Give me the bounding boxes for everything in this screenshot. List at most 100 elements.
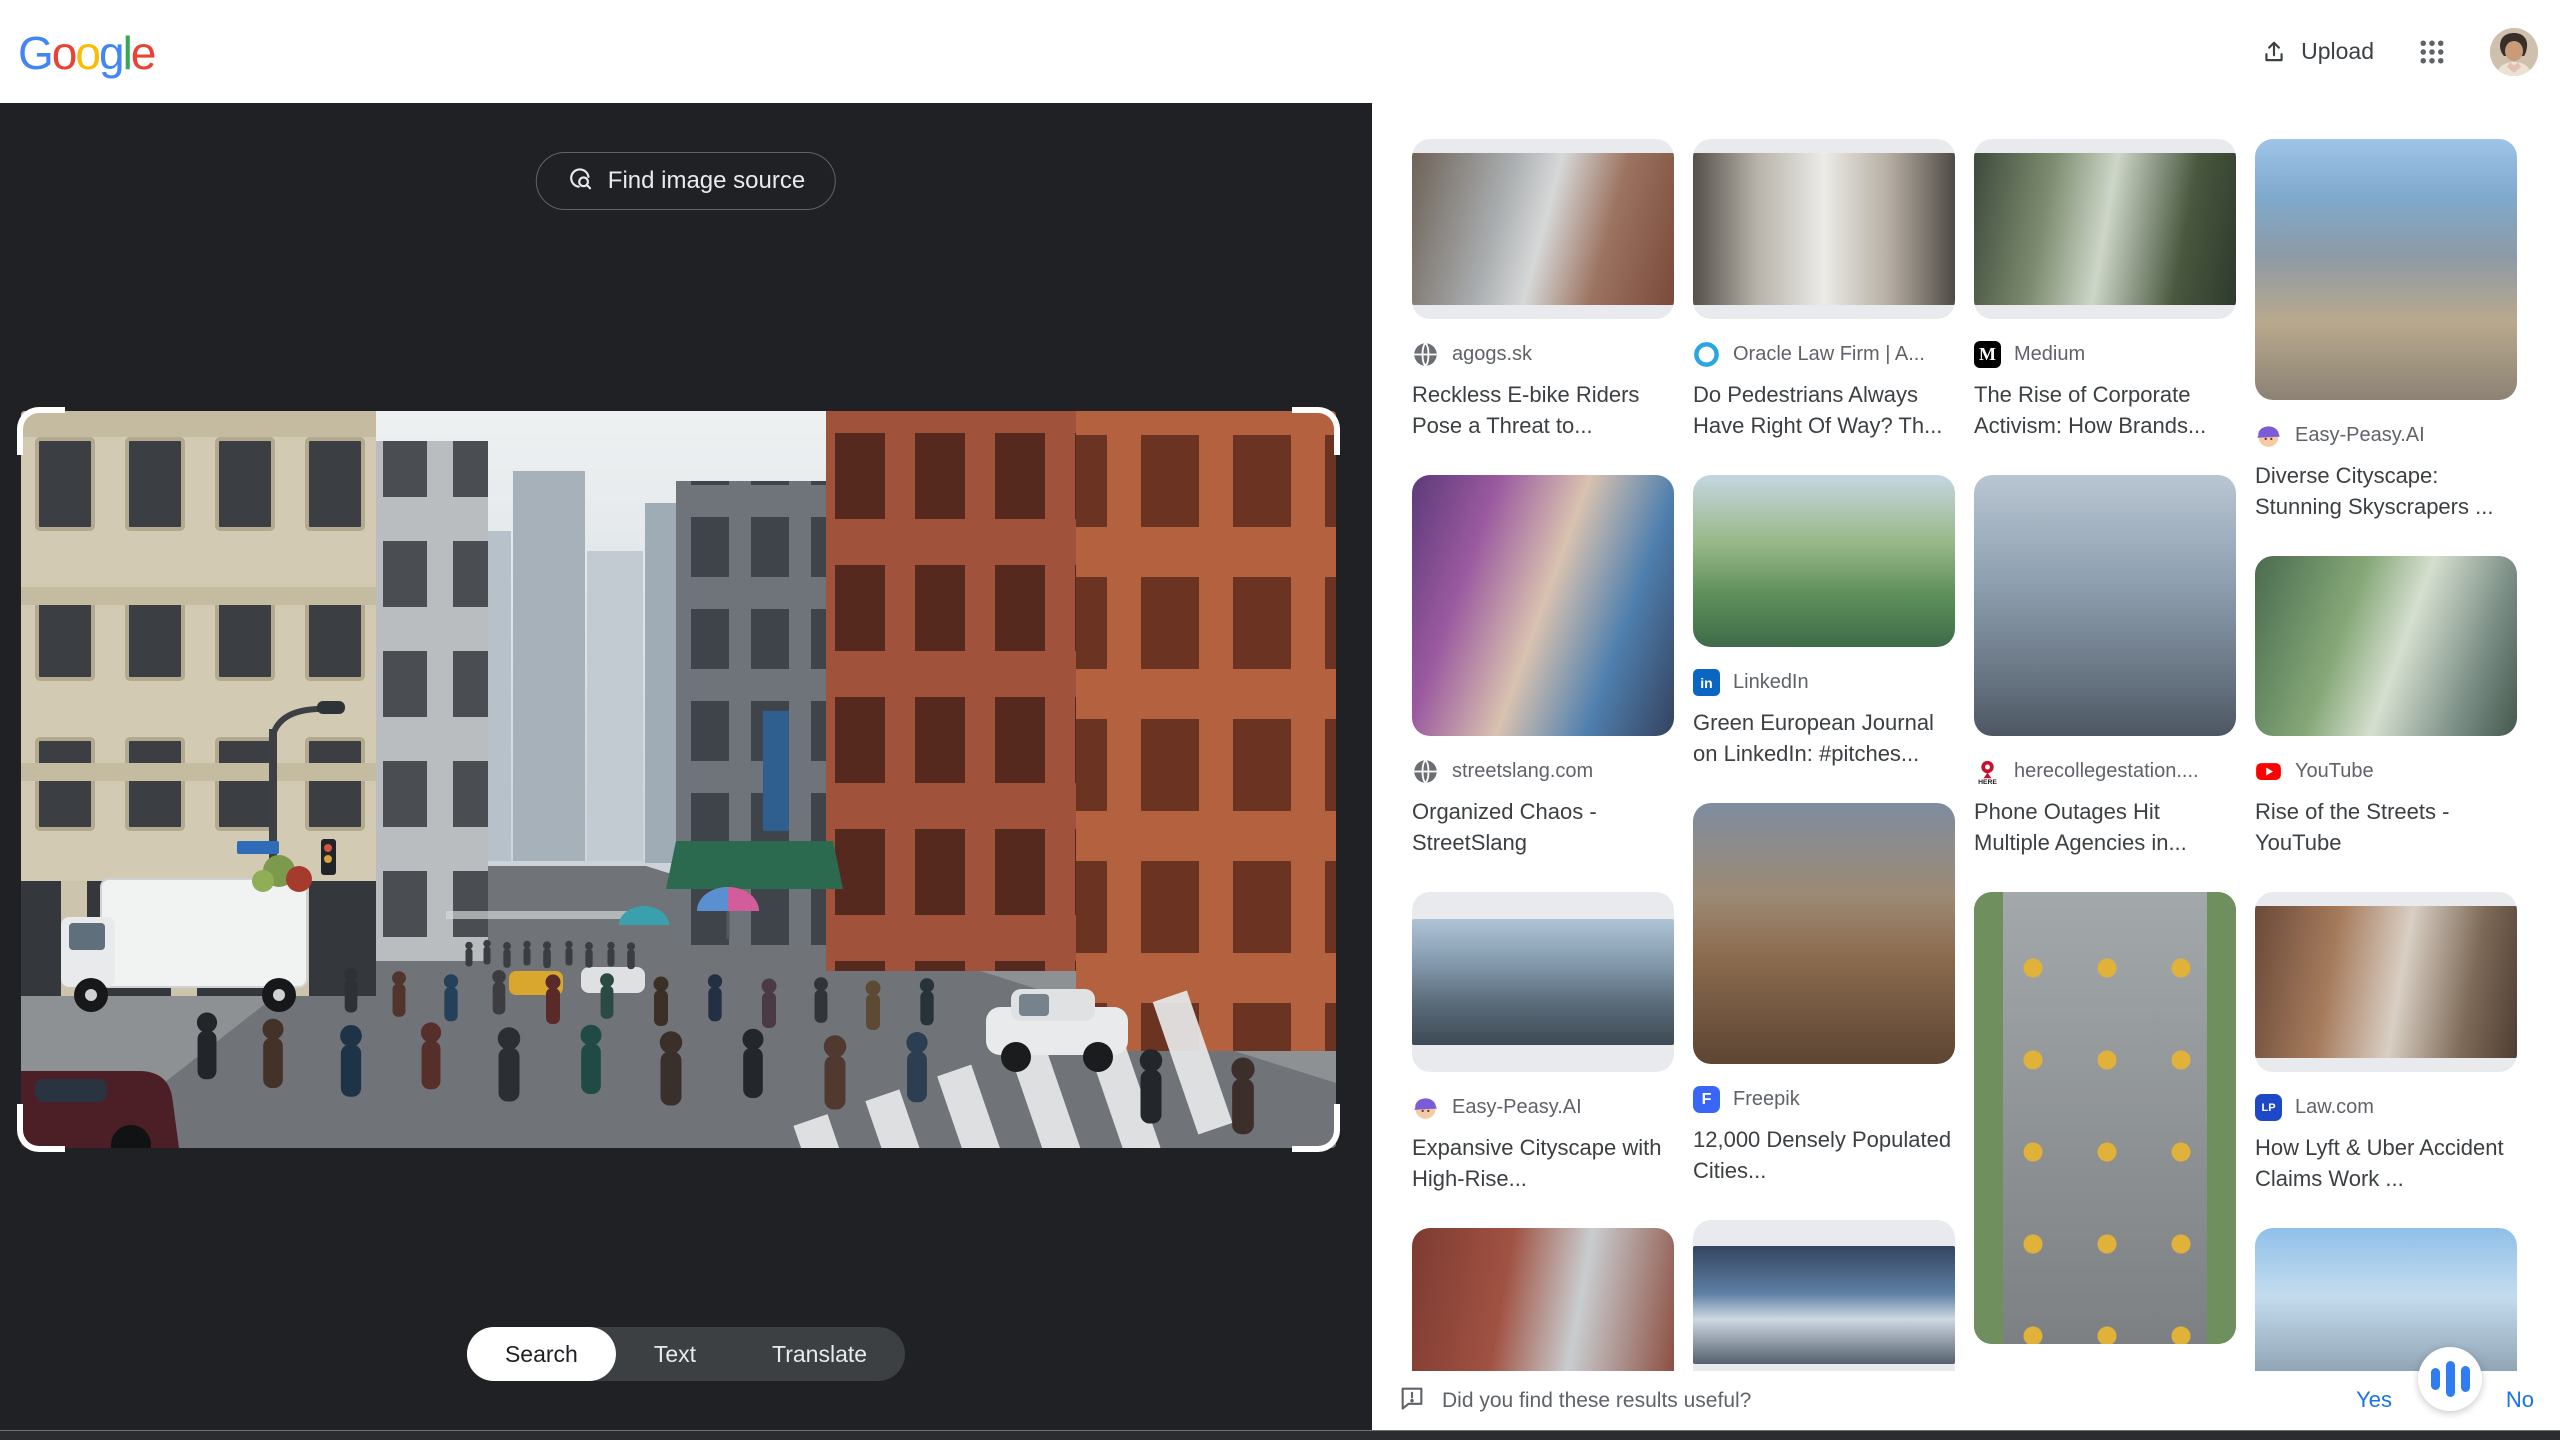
source-name: Oracle Law Firm | A... xyxy=(1733,343,1925,365)
globe-icon xyxy=(1412,341,1439,368)
result-source-row[interactable]: M Medium xyxy=(1974,341,2236,368)
find-image-source-button[interactable]: Find image source xyxy=(535,152,837,210)
source-name: YouTube xyxy=(2295,760,2374,782)
source-name: Easy-Peasy.AI xyxy=(1452,1096,1582,1118)
tab-translate[interactable]: Translate xyxy=(734,1327,905,1381)
feedback-bar: Did you find these results useful? Yes N… xyxy=(1372,1347,2560,1431)
result-title[interactable]: Diverse Cityscape: Stunning Skyscrapers … xyxy=(2255,460,2517,522)
feedback-actions: Yes No xyxy=(2300,1347,2560,1431)
result-source-row[interactable]: LP Law.com xyxy=(2255,1094,2517,1121)
source-name: Medium xyxy=(2014,343,2086,365)
result-card: LP Law.com How Lyft & Uber Accident Claims… xyxy=(2255,892,2517,1194)
result-source-row[interactable]: Easy-Peasy.AI xyxy=(1412,1094,1674,1121)
result-card: agogs.sk Reckless E-bike Riders Pose a Th… xyxy=(1412,139,1674,441)
result-card xyxy=(1974,892,2236,1344)
result-thumbnail[interactable] xyxy=(1412,892,1674,1072)
result-thumbnail[interactable] xyxy=(1974,892,2236,1344)
result-source-row[interactable]: in LinkedIn xyxy=(1693,669,1955,696)
result-thumbnail[interactable] xyxy=(1974,139,2236,319)
voice-assistant-button[interactable] xyxy=(2418,1347,2482,1411)
linkedin-icon: in xyxy=(1693,669,1720,696)
logo-letter: g xyxy=(98,27,125,79)
feedback-no-button[interactable]: No xyxy=(2506,1387,2534,1413)
result-thumbnail[interactable] xyxy=(1412,475,1674,736)
tab-search[interactable]: Search xyxy=(466,1327,616,1381)
thumbnail-image xyxy=(1974,892,2236,1344)
source-name: Law.com xyxy=(2295,1096,2374,1118)
thumbnail-image xyxy=(1693,475,1955,647)
result-title[interactable]: Rise of the Streets - YouTube xyxy=(2255,796,2517,858)
result-source-row[interactable]: F Freepik xyxy=(1693,1086,1955,1113)
thumbnail-image xyxy=(1693,803,1955,1064)
result-title[interactable]: Organized Chaos - StreetSlang xyxy=(1412,796,1674,858)
source-name: agogs.sk xyxy=(1452,343,1533,365)
source-name: streetslang.com xyxy=(1452,760,1594,782)
thumbnail-image xyxy=(1693,153,1955,305)
upload-button[interactable]: Upload xyxy=(2261,38,2374,65)
header-actions: Upload xyxy=(2261,0,2538,103)
results-grid: agogs.sk Reckless E-bike Riders Pose a Th… xyxy=(1412,139,2517,1432)
thumbnail-image xyxy=(1693,1246,1955,1364)
result-title[interactable]: Green European Journal on LinkedIn: #pit… xyxy=(1693,707,1955,769)
result-thumbnail[interactable] xyxy=(1412,139,1674,319)
find-image-source-label: Find image source xyxy=(607,167,806,194)
result-thumbnail[interactable] xyxy=(1974,475,2236,736)
crop-handle-bottom-left[interactable] xyxy=(17,1104,65,1152)
results-column: M Medium The Rise of Corporate Activism: H… xyxy=(1974,139,2236,1432)
google-logo[interactable]: Google xyxy=(18,26,156,80)
medium-icon: M xyxy=(1974,341,2001,368)
voice-bars-icon xyxy=(2430,1368,2440,1390)
here-icon: HERE xyxy=(1974,758,2001,785)
account-avatar[interactable] xyxy=(2490,27,2538,76)
result-source-row[interactable]: YouTube xyxy=(2255,758,2517,785)
google-apps-grid-icon[interactable] xyxy=(2410,30,2454,74)
globe-icon xyxy=(1412,758,1439,785)
crop-handle-bottom-right[interactable] xyxy=(1292,1104,1340,1152)
result-thumbnail[interactable] xyxy=(1693,803,1955,1064)
svg-text:HERE: HERE xyxy=(1978,779,1997,785)
result-thumbnail[interactable] xyxy=(1693,139,1955,319)
result-thumbnail[interactable] xyxy=(1693,475,1955,647)
upload-icon xyxy=(2261,39,2287,65)
result-title[interactable]: How Lyft & Uber Accident Claims Work ... xyxy=(2255,1132,2517,1194)
result-source-row[interactable]: agogs.sk xyxy=(1412,341,1674,368)
crop-handle-top-left[interactable] xyxy=(17,407,65,455)
oracle-icon xyxy=(1693,341,1720,368)
result-title[interactable]: The Rise of Corporate Activism: How Bran… xyxy=(1974,379,2236,441)
crop-handle-top-right[interactable] xyxy=(1292,407,1340,455)
feedback-yes-button[interactable]: Yes xyxy=(2356,1387,2392,1413)
lens-mode-tabs: Search Text Translate xyxy=(466,1327,906,1381)
result-thumbnail[interactable] xyxy=(2255,139,2517,400)
logo-letter: o xyxy=(51,27,78,79)
result-title[interactable]: Phone Outages Hit Multiple Agencies in..… xyxy=(1974,796,2236,858)
result-source-row[interactable]: Oracle Law Firm | A... xyxy=(1693,341,1955,368)
result-card xyxy=(1693,1220,1955,1390)
upload-label: Upload xyxy=(2301,38,2374,64)
source-name: LinkedIn xyxy=(1733,671,1809,693)
result-thumbnail[interactable] xyxy=(2255,892,2517,1072)
result-title[interactable]: Expansive Cityscape with High-Rise... xyxy=(1412,1132,1674,1194)
thumbnail-image xyxy=(1412,475,1674,736)
result-title[interactable]: 12,000 Densely Populated Cities... xyxy=(1693,1124,1955,1186)
results-column: Easy-Peasy.AI Diverse Cityscape: Stunning… xyxy=(2255,139,2517,1432)
result-source-row[interactable]: HERE herecollegestation.... xyxy=(1974,758,2236,785)
thumbnail-image xyxy=(1974,153,2236,305)
result-thumbnail[interactable] xyxy=(1693,1220,1955,1390)
result-source-row[interactable]: streetslang.com xyxy=(1412,758,1674,785)
source-name: herecollegestation.... xyxy=(2014,760,2199,782)
feedback-question: Did you find these results useful? xyxy=(1398,1384,1751,1418)
result-thumbnail[interactable] xyxy=(2255,556,2517,736)
results-column: agogs.sk Reckless E-bike Riders Pose a Th… xyxy=(1412,139,1674,1432)
results-column: Oracle Law Firm | A... Do Pedestrians Alw… xyxy=(1693,139,1955,1432)
result-card: HERE herecollegestation.... Phone Outages … xyxy=(1974,475,2236,858)
result-title[interactable]: Do Pedestrians Always Have Right Of Way?… xyxy=(1693,379,1955,441)
freepik-icon: F xyxy=(1693,1086,1720,1113)
uploaded-image-crop-area[interactable] xyxy=(17,407,1340,1152)
feedback-bubble-icon xyxy=(1398,1384,1426,1418)
easypeasy-icon xyxy=(1412,1094,1439,1121)
thumbnail-image xyxy=(1412,153,1674,305)
image-search-lens-icon xyxy=(567,165,593,198)
result-title[interactable]: Reckless E-bike Riders Pose a Threat to.… xyxy=(1412,379,1674,441)
result-source-row[interactable]: Easy-Peasy.AI xyxy=(2255,422,2517,449)
tab-text[interactable]: Text xyxy=(616,1327,734,1381)
